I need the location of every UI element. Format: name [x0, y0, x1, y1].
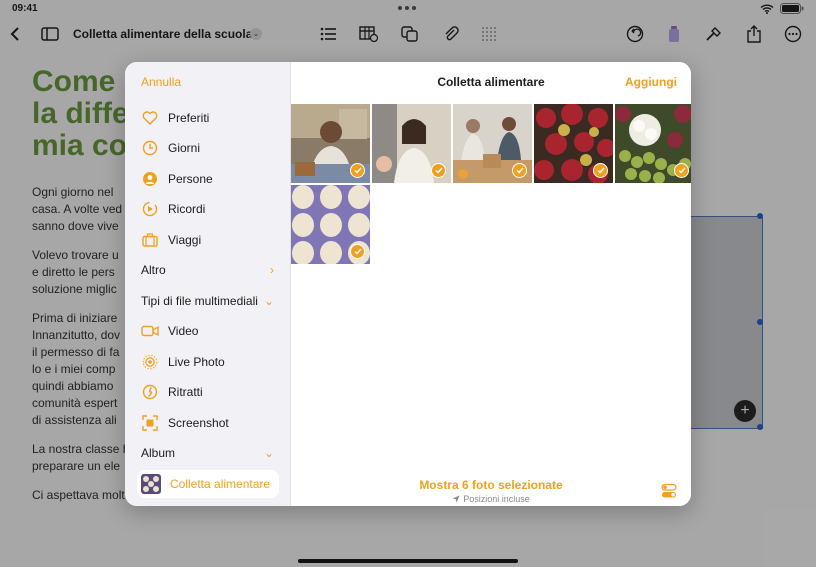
picker-main: Colletta alimentare Aggiungi Mostra 6 fo… — [291, 62, 691, 506]
photo-thumbnail[interactable] — [453, 104, 532, 183]
locations-included-label[interactable]: Posizioni incluse — [291, 494, 691, 504]
sidebar-item-live-photo[interactable]: Live Photo — [137, 348, 279, 376]
sidebar-item-video[interactable]: Video — [137, 317, 279, 345]
add-button[interactable]: Aggiungi — [625, 75, 677, 89]
clock-icon — [141, 139, 159, 157]
sidebar-item-viaggi[interactable]: Viaggi — [137, 226, 279, 254]
section-label: Altro — [141, 263, 166, 277]
options-toggle-icon[interactable] — [661, 483, 677, 499]
memories-icon — [141, 200, 159, 218]
sidebar-item-persone[interactable]: Persone — [137, 165, 279, 193]
sidebar-item-screenshot[interactable]: Screenshot — [137, 409, 279, 437]
sidebar-item-label: Colletta alimentare — [170, 477, 271, 491]
picker-sidebar: Annulla Preferiti Giorni Persone Ricordi… — [125, 62, 291, 506]
checkmark-icon — [350, 163, 365, 178]
live-photo-icon — [141, 353, 159, 371]
sidebar-item-label: Giorni — [168, 141, 201, 155]
location-arrow-icon — [452, 495, 460, 503]
section-album[interactable]: Album ⌄ — [141, 443, 274, 463]
photo-thumbnail[interactable] — [615, 104, 691, 183]
sidebar-item-label: Ricordi — [168, 202, 206, 216]
photo-thumbnail[interactable] — [372, 104, 451, 183]
chevron-down-icon: ⌄ — [263, 294, 274, 308]
photo-thumbnail[interactable] — [291, 185, 370, 264]
video-icon — [141, 322, 159, 340]
checkmark-icon — [512, 163, 527, 178]
sidebar-item-label: Viaggi — [168, 233, 202, 247]
chevron-right-icon: › — [270, 263, 274, 277]
sidebar-item-label: Video — [168, 324, 199, 338]
sidebar-item-album-colletta[interactable]: Colletta alimentare — [137, 470, 279, 498]
section-altro[interactable]: Altro › — [141, 260, 274, 280]
screenshot-icon — [141, 414, 159, 432]
section-media-types[interactable]: Tipi di file multimediali ⌄ — [141, 291, 274, 311]
sidebar-item-ricordi[interactable]: Ricordi — [137, 195, 279, 223]
section-label: Album — [141, 446, 176, 460]
sidebar-item-ritratti[interactable]: Ritratti — [137, 378, 279, 406]
checkmark-icon — [431, 163, 446, 178]
photo-picker-modal: Annulla Preferiti Giorni Persone Ricordi… — [125, 62, 691, 506]
photo-thumbnail[interactable] — [291, 104, 370, 183]
sidebar-item-label: Ritratti — [168, 385, 203, 399]
sidebar-item-label: Screenshot — [168, 416, 229, 430]
portrait-icon — [141, 383, 159, 401]
sidebar-item-label: Persone — [168, 172, 213, 186]
heart-icon — [141, 109, 159, 127]
checkmark-icon — [593, 163, 608, 178]
section-label: Tipi di file multimediali — [141, 294, 258, 308]
suitcase-icon — [141, 231, 159, 249]
cancel-button[interactable]: Annulla — [141, 75, 181, 89]
home-indicator — [298, 559, 518, 563]
checkmark-icon — [674, 163, 689, 178]
sidebar-item-label: Live Photo — [168, 355, 225, 369]
sidebar-item-giorni[interactable]: Giorni — [137, 134, 279, 162]
person-circle-icon — [141, 170, 159, 188]
locations-text: Posizioni incluse — [463, 494, 530, 504]
chevron-down-icon: ⌄ — [263, 446, 274, 460]
photo-thumbnail[interactable] — [534, 104, 613, 183]
sidebar-item-preferiti[interactable]: Preferiti — [137, 104, 279, 132]
show-selected-button[interactable]: Mostra 6 foto selezionate — [291, 478, 691, 492]
sidebar-item-label: Preferiti — [168, 111, 210, 125]
checkmark-icon — [350, 244, 365, 259]
album-thumbnail — [141, 474, 161, 494]
